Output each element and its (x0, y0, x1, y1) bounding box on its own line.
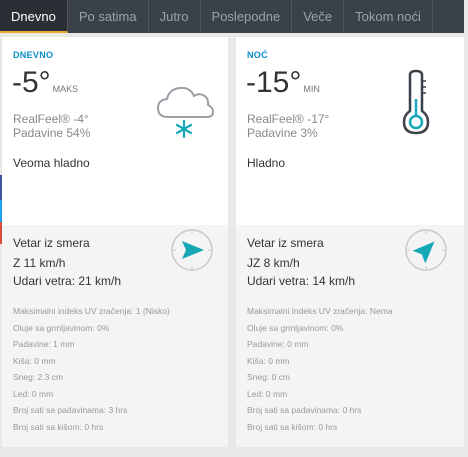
day-wind-gust: Udari vetra: 21 km/h (13, 274, 122, 288)
night-wind-details: Vetar iz smera JZ 8 km/h Udari vetra: 14… (236, 225, 464, 447)
night-temp-unit: MIN (303, 84, 320, 94)
tab-dnevno[interactable]: Dnevno (0, 0, 68, 33)
cloud-snow-icon (156, 86, 215, 139)
tab-jutro[interactable]: Jutro (149, 0, 201, 33)
day-wind-direction: Z 11 km/h (13, 256, 66, 270)
night-label: NOĆ (247, 50, 268, 60)
day-card: DNEVNO -5° MAKS RealFeel® -4° Padavine 54… (2, 37, 228, 447)
detail-item: Led: 0 mm (247, 388, 288, 399)
day-label: DNEVNO (13, 50, 54, 60)
detail-item: Kiša: 0 mm (13, 355, 56, 366)
day-details-list: Maksimalni indeks UV zračenja: 1 (Nisko)… (13, 303, 170, 435)
day-wind-compass-icon (171, 229, 213, 271)
night-wind-direction: JZ 8 km/h (247, 256, 300, 270)
detail-item: Oluje sa grmljavinom: 0% (247, 322, 344, 333)
night-precip: Padavine 3% (247, 126, 318, 140)
forecast-cards: DNEVNO -5° MAKS RealFeel® -4° Padavine 54… (2, 37, 464, 453)
night-wind-title: Vetar iz smera (247, 236, 324, 250)
detail-item: Padavine: 0 mm (247, 339, 309, 349)
day-realfeel-block: RealFeel® -4° Padavine 54% (13, 112, 90, 140)
detail-item: Maksimalni indeks UV zračenja: 1 (Nisko) (13, 306, 170, 316)
day-temp-unit: MAKS (52, 84, 79, 94)
detail-item: Oluje sa grmljavinom: 0% (13, 322, 110, 333)
detail-item: Broj sati sa kišom: 0 hrs (13, 421, 104, 432)
night-phrase: Hladno (247, 156, 286, 170)
detail-item: Maksimalni indeks UV zračenja: Nema (247, 306, 393, 316)
detail-item: Led: 0 mm (13, 388, 54, 399)
tab-po-satima[interactable]: Po satima (68, 0, 149, 33)
detail-item: Broj sati sa kišom: 0 hrs (247, 421, 338, 432)
day-temperature: -5° MAKS (12, 65, 78, 107)
forecast-tabs: Dnevno Po satima Jutro Poslepodne Veče T… (0, 0, 464, 33)
night-card: NOĆ -15° MIN RealFeel® -17° Padavine 3% H… (236, 37, 464, 447)
day-wind-details: Vetar iz smera Z 11 km/h Udari vetra: 21… (2, 225, 228, 447)
tab-vece[interactable]: Veče (292, 0, 345, 33)
detail-item: Sneg: 0 cm (247, 372, 290, 382)
tab-poslepodne[interactable]: Poslepodne (201, 0, 293, 33)
night-temperature: -15° MIN (246, 65, 320, 107)
detail-item: Broj sati sa padavinama: 0 hrs (247, 405, 362, 415)
night-realfeel: RealFeel® -17° (247, 112, 330, 126)
night-wind-gust: Udari vetra: 14 km/h (247, 274, 356, 288)
night-realfeel-block: RealFeel® -17° Padavine 3% (247, 112, 329, 140)
day-summary: DNEVNO -5° MAKS RealFeel® -4° Padavine 54… (2, 37, 228, 212)
night-temp-value: -15° (246, 66, 302, 99)
day-phrase: Veoma hladno (13, 156, 90, 170)
day-wind-title: Vetar iz smera (13, 236, 90, 250)
day-realfeel: RealFeel® -4° (13, 112, 89, 126)
detail-item: Broj sati sa padavinama: 3 hrs (13, 405, 128, 415)
detail-item: Sneg: 2.3 cm (13, 372, 64, 382)
night-wind-compass-icon (405, 229, 447, 271)
night-summary: NOĆ -15° MIN RealFeel® -17° Padavine 3% H… (236, 37, 464, 212)
night-details-list: Maksimalni indeks UV zračenja: Nema Oluj… (247, 303, 393, 435)
detail-item: Kiša: 0 mm (247, 355, 290, 366)
day-precip: Padavine 54% (13, 126, 91, 140)
detail-item: Padavine: 1 mm (13, 339, 75, 349)
tab-tokom-noci[interactable]: Tokom noći (344, 0, 433, 33)
day-temp-value: -5° (12, 66, 51, 99)
thermometer-icon (402, 69, 430, 135)
